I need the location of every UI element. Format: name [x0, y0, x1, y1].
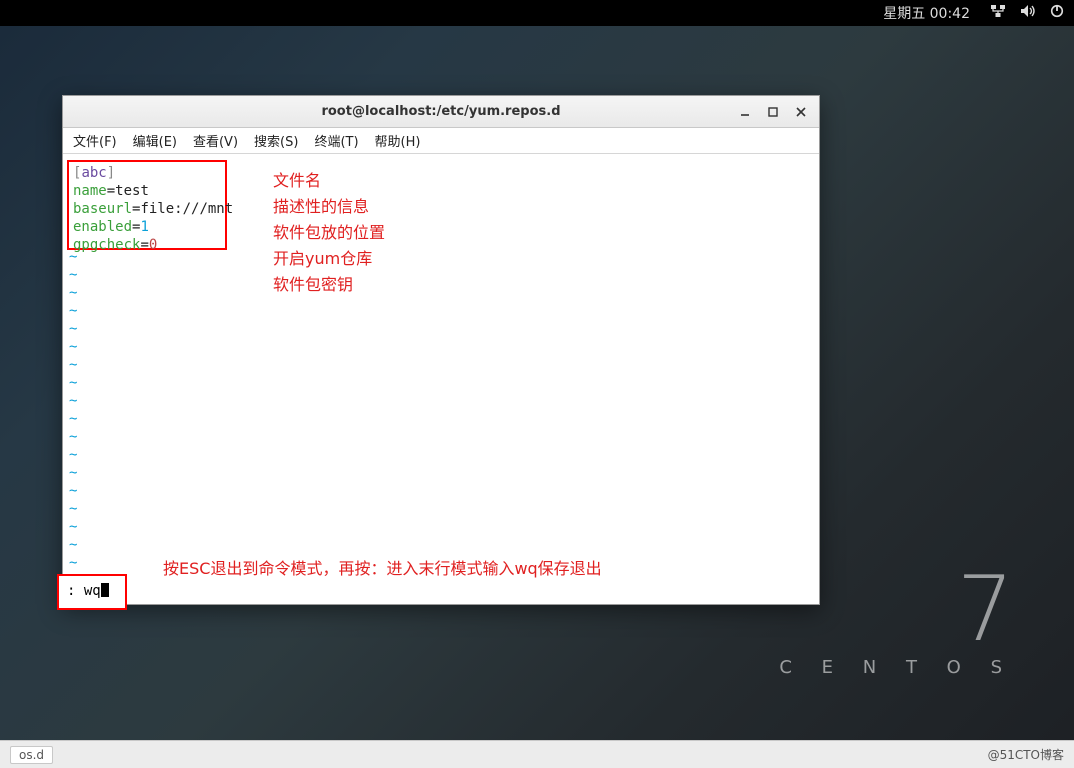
- terminal-body[interactable]: [abc] name=test baseurl=file:///mnt enab…: [63, 154, 819, 604]
- network-icon[interactable]: [990, 4, 1006, 22]
- annotation-descinfo: 描述性的信息: [273, 194, 385, 220]
- maximize-button[interactable]: [761, 102, 785, 122]
- window-titlebar[interactable]: root@localhost:/etc/yum.repos.d: [63, 96, 819, 128]
- menu-view[interactable]: 查看(V): [193, 131, 238, 150]
- volume-icon[interactable]: [1020, 4, 1036, 22]
- gnome-top-panel: 星期五 00:42: [0, 0, 1074, 26]
- cursor-icon: [101, 583, 109, 597]
- menu-edit[interactable]: 编辑(E): [133, 131, 177, 150]
- annotation-pkg-key: 软件包密钥: [273, 272, 385, 298]
- menu-file[interactable]: 文件(F): [73, 131, 117, 150]
- vim-tilde-column: ~ ~ ~ ~ ~ ~ ~ ~ ~ ~ ~ ~ ~ ~ ~ ~ ~ ~ ~: [69, 248, 77, 590]
- config-section-line: [abc]: [73, 164, 221, 182]
- hint-text: 按ESC退出到命令模式，再按：进入末行模式输入wq保存退出: [163, 560, 602, 578]
- window-controls: [733, 96, 813, 127]
- annotation-enable-yum: 开启yum仓库: [273, 246, 385, 272]
- config-enabled-line: enabled=1: [73, 218, 221, 236]
- annotation-pkg-path: 软件包放的位置: [273, 220, 385, 246]
- annotation-filename: 文件名: [273, 168, 385, 194]
- vim-cmdline[interactable]: : wq: [67, 583, 109, 599]
- menu-terminal[interactable]: 终端(T): [314, 131, 358, 150]
- host-taskbar: os.d @51CTO博客: [0, 740, 1074, 768]
- close-button[interactable]: [789, 102, 813, 122]
- cmdline-highlight-box: : wq: [57, 574, 127, 610]
- centos-name: C E N T O S: [779, 657, 1014, 678]
- power-icon[interactable]: [1050, 4, 1064, 22]
- window-title: root@localhost:/etc/yum.repos.d: [321, 104, 560, 119]
- menu-help[interactable]: 帮助(H): [375, 131, 421, 150]
- taskbar-item[interactable]: os.d: [10, 746, 53, 764]
- minimize-button[interactable]: [733, 102, 757, 122]
- system-tray: [990, 4, 1064, 22]
- terminal-window: root@localhost:/etc/yum.repos.d 文件(F) 编辑…: [62, 95, 820, 605]
- menu-search[interactable]: 搜索(S): [254, 131, 298, 150]
- config-baseurl-line: baseurl=file:///mnt: [73, 200, 221, 218]
- annotation-block: 文件名 描述性的信息 软件包放的位置 开启yum仓库 软件包密钥: [273, 168, 385, 298]
- clock[interactable]: 星期五 00:42: [883, 3, 970, 23]
- watermark-credit: @51CTO博客: [988, 746, 1064, 763]
- config-gpgcheck-line: gpgcheck=0: [73, 236, 221, 254]
- menubar: 文件(F) 编辑(E) 查看(V) 搜索(S) 终端(T) 帮助(H): [63, 128, 819, 154]
- config-highlight-box: [abc] name=test baseurl=file:///mnt enab…: [67, 160, 227, 250]
- config-name-line: name=test: [73, 182, 221, 200]
